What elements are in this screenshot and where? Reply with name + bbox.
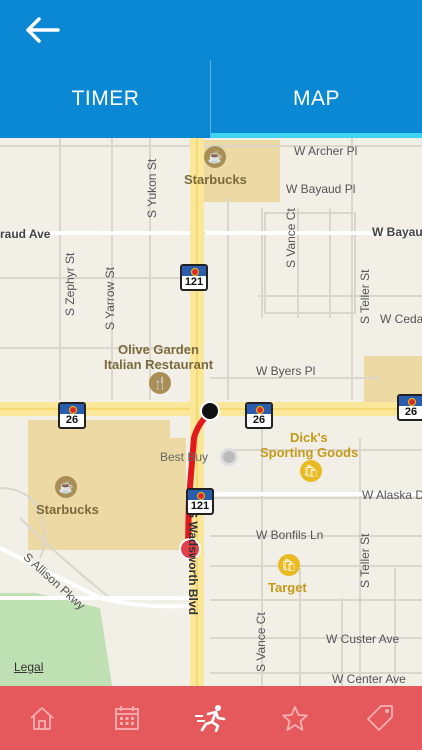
highway-shield-icon: 26 xyxy=(397,394,422,421)
coffee-icon[interactable]: ☕ xyxy=(204,146,226,168)
street-label-teller-bottom: S Teller St xyxy=(358,533,372,588)
street-label-yarrow: S Yarrow St xyxy=(103,267,117,330)
restaurant-icon[interactable]: 🍴 xyxy=(149,372,171,394)
calendar-icon xyxy=(114,706,139,730)
back-button[interactable] xyxy=(18,12,66,48)
highway-shield-icon: 26 xyxy=(58,402,86,429)
runner-icon xyxy=(195,705,226,732)
shield-number: 26 xyxy=(65,414,79,426)
legal-link[interactable]: Legal xyxy=(14,660,43,674)
shield-number: 121 xyxy=(184,276,204,288)
street-label-yukon: S Yukon St xyxy=(145,158,159,218)
street-label-center: W Center Ave xyxy=(332,672,406,686)
bottom-nav xyxy=(0,686,422,750)
nav-calendar-button[interactable] xyxy=(84,686,168,750)
nav-home-button[interactable] xyxy=(0,686,84,750)
poi-starbucks-top: Starbucks xyxy=(184,172,247,187)
poi-dicks-line1: Dick's xyxy=(290,430,328,445)
coffee-icon[interactable]: ☕ xyxy=(55,476,77,498)
street-label-custer: W Custer Ave xyxy=(326,632,400,646)
tab-map[interactable]: MAP xyxy=(211,60,422,138)
nav-favorites-button[interactable] xyxy=(253,686,337,750)
poi-olive-garden-line1: Olive Garden xyxy=(118,342,199,357)
poi-dicks-line2: Sporting Goods xyxy=(260,445,359,460)
home-icon xyxy=(30,707,54,730)
tab-map-label: MAP xyxy=(292,87,340,110)
street-label-bayaud-ave-left: raud Ave xyxy=(0,227,51,241)
highway-shield-icon: 121 xyxy=(180,264,208,291)
street-label-alaska: W Alaska D xyxy=(362,488,422,502)
street-label-bayaud: W Bayaud Pl xyxy=(286,182,356,196)
shield-number: 121 xyxy=(190,500,210,512)
tab-bar: TIMER MAP xyxy=(0,60,422,138)
tab-timer-label: TIMER xyxy=(71,87,140,110)
street-label-ceda: W Ceda xyxy=(380,312,422,326)
app-screen: TIMER MAP W Archer Pl W Bayaud Pl raud A… xyxy=(0,0,422,750)
arrow-left-icon xyxy=(26,17,60,43)
star-icon xyxy=(282,705,309,731)
shield-number: 26 xyxy=(252,414,266,426)
street-label-byers: W Byers Pl xyxy=(256,364,316,378)
street-label-vance-bottom: S Vance Ct xyxy=(254,612,268,672)
highway-shield-icon: 26 xyxy=(245,402,273,429)
poi-olive-garden-line2: Italian Restaurant xyxy=(104,357,214,372)
poi-best-buy: Best Buy xyxy=(160,450,209,464)
tab-timer[interactable]: TIMER xyxy=(0,60,211,138)
nav-run-button[interactable] xyxy=(169,686,253,750)
highway-shield-icon: 121 xyxy=(186,488,214,515)
street-label-teller-top: S Teller St xyxy=(358,269,372,324)
tag-icon xyxy=(366,705,393,731)
shield-number: 26 xyxy=(404,406,418,418)
shopping-bag-icon[interactable]: 🛍 xyxy=(300,460,322,482)
nav-deals-button[interactable] xyxy=(338,686,422,750)
poi-starbucks-left: Starbucks xyxy=(36,502,99,517)
street-label-wadsworth: S Wadsworth Blvd xyxy=(186,510,200,615)
street-label-bayaud-ave-right: W Bayau xyxy=(372,225,422,239)
route-map[interactable]: W Archer Pl W Bayaud Pl raud Ave W Bayau… xyxy=(0,138,422,686)
poi-target: Target xyxy=(268,580,307,595)
street-label-vance-top: S Vance Ct xyxy=(284,208,298,268)
tab-divider xyxy=(210,60,211,138)
street-label-bonfils: W Bonfils Ln xyxy=(256,528,324,542)
street-label-zephyr: S Zephyr St xyxy=(63,252,77,316)
street-label-archer: W Archer Pl xyxy=(294,144,358,158)
store-icon[interactable] xyxy=(220,448,238,466)
shopping-bag-icon[interactable]: 🛍 xyxy=(278,554,300,576)
top-bar xyxy=(0,0,422,60)
